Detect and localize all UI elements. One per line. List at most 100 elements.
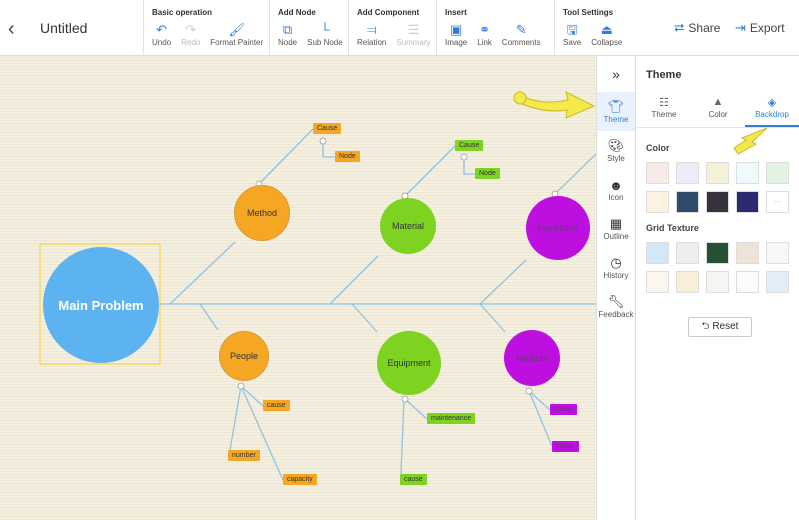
texture-swatch[interactable] [736, 271, 759, 293]
share-icon: ⮂ [674, 20, 685, 35]
undo-button[interactable]: ↶ Undo [152, 22, 171, 47]
group-title: Add Node [278, 8, 316, 17]
sub-node-label: Sub Node [307, 38, 343, 47]
undo-label: Undo [152, 38, 172, 47]
rail-label: Feedback [598, 310, 634, 319]
undo-icon: ↶ [156, 22, 168, 37]
back-chevron-left-icon[interactable]: ‹ [8, 18, 15, 41]
save-icon: 🖫︎ [566, 22, 578, 37]
color-swatch[interactable] [766, 162, 789, 184]
save-label: Save [563, 38, 582, 47]
texture-swatch[interactable] [706, 242, 729, 264]
tab-label: Backdrop [755, 110, 789, 119]
texture-swatch[interactable] [646, 271, 669, 293]
color-icon: ▲ [712, 96, 724, 108]
color-swatch[interactable] [706, 191, 729, 213]
export-label: Export [749, 21, 785, 35]
color-swatch[interactable] [646, 162, 669, 184]
collapse-icon: ⏏ [600, 22, 613, 37]
format-painter-button[interactable]: 🖌︎ Format Painter [210, 22, 263, 47]
rail-label: History [603, 271, 629, 280]
texture-swatch[interactable] [766, 242, 789, 264]
color-swatch[interactable] [736, 162, 759, 184]
tab-theme[interactable]: ☷ Theme [637, 96, 691, 127]
outline-icon: ▦ [609, 216, 623, 231]
format-painter-label: Format Painter [210, 38, 264, 47]
wrench-icon: 🔧︎ [607, 294, 625, 309]
share-button[interactable]: ⮂ Share [674, 20, 720, 36]
group-title: Insert [445, 8, 467, 17]
more-colors-button[interactable]: ··· [766, 191, 789, 213]
texture-swatch[interactable] [676, 271, 699, 293]
texture-swatch[interactable] [736, 242, 759, 264]
group-title: Tool Settings [563, 8, 614, 17]
collapse-panel-icon[interactable]: » [597, 56, 635, 92]
side-rail: » 👕︎ Theme 🎨︎ Style ☻ Icon ▦ Outline ◷ Histor… [596, 56, 636, 520]
image-icon: ▣ [449, 22, 463, 37]
theme-panel: Theme ☷ Theme ▲ Color ◈ Backdrop Color ··· … [637, 56, 799, 520]
panel-title: Theme [646, 69, 682, 81]
group-add-component: Add Component ⫤ Relation ☰ Summary [348, 0, 441, 56]
rail-item-icon[interactable]: ☻ Icon [597, 170, 635, 209]
texture-swatch[interactable] [766, 271, 789, 293]
rail-item-theme[interactable]: 👕︎ Theme [597, 92, 635, 131]
sub-node-icon: └ [320, 22, 330, 37]
color-swatch[interactable] [676, 191, 699, 213]
link-button[interactable]: ⚭ Link [477, 22, 492, 47]
smiley-icon: ☻ [609, 177, 623, 193]
mindmap-canvas[interactable]: Main Problem Method Material Inspection … [0, 56, 596, 520]
texture-swatch[interactable] [706, 271, 729, 293]
grid-icon: ☷ [659, 97, 669, 109]
yellow-arrow-pointer [513, 91, 596, 119]
tab-label: Color [708, 110, 728, 119]
link-label: Link [477, 38, 492, 47]
image-button[interactable]: ▣ Image [445, 22, 467, 47]
relation-label: Relation [357, 38, 387, 47]
shirt-icon: 👕︎ [607, 99, 625, 114]
color-swatch[interactable] [646, 191, 669, 213]
rail-item-outline[interactable]: ▦ Outline [597, 209, 635, 248]
comments-icon: ✎ [515, 22, 527, 37]
group-title: Basic operation [152, 8, 213, 17]
collapse-button[interactable]: ⏏ Collapse [591, 22, 622, 47]
tab-color[interactable]: ▲ Color [691, 96, 745, 127]
sub-node-button[interactable]: └ Sub Node [307, 22, 343, 47]
summary-button[interactable]: ☰ Summary [396, 22, 430, 47]
rail-item-feedback[interactable]: 🔧︎ Feedback [597, 287, 635, 326]
texture-swatch[interactable] [646, 242, 669, 264]
paint-bucket-icon: ◈ [767, 97, 777, 109]
rail-item-style[interactable]: 🎨︎ Style [597, 131, 635, 170]
color-swatch[interactable] [736, 191, 759, 213]
summary-label: Summary [396, 38, 431, 47]
relation-button[interactable]: ⫤ Relation [357, 22, 386, 47]
rail-label: Icon [608, 192, 624, 202]
redo-button[interactable]: ↷ Redo [181, 22, 200, 47]
palette-icon: 🎨︎ [607, 138, 625, 153]
yellow-arrow-pointer [733, 127, 768, 155]
image-label: Image [445, 38, 468, 47]
redo-icon: ↷ [185, 22, 197, 37]
rail-label: Style [607, 154, 625, 163]
rail-label: Theme [603, 115, 629, 124]
share-label: Share [688, 21, 721, 35]
node-button[interactable]: ⧉ Node [278, 22, 297, 47]
document-title[interactable]: Untitled [40, 20, 87, 36]
group-title: Add Component [357, 8, 420, 17]
color-swatch[interactable] [676, 162, 699, 184]
save-button[interactable]: 🖫︎ Save [563, 22, 581, 47]
group-tool-settings: Tool Settings 🖫︎ Save ⏏ Collapse [554, 0, 632, 56]
relation-icon: ⫤ [366, 22, 377, 37]
tab-label: Theme [651, 110, 677, 119]
color-swatch[interactable] [706, 162, 729, 184]
comments-button[interactable]: ✎ Comments [502, 22, 541, 47]
export-icon: ⇥ [735, 20, 746, 35]
export-button[interactable]: ⇥ Export [735, 20, 785, 36]
node-label: Node [278, 38, 298, 47]
texture-swatch[interactable] [676, 242, 699, 264]
top-toolbar: ‹ Untitled Basic operation ↶ Undo ↷ Redo 🖌… [0, 0, 799, 56]
tab-backdrop[interactable]: ◈ Backdrop [745, 96, 799, 127]
reset-button[interactable]: ⮌ Reset [688, 317, 752, 337]
group-add-node: Add Node ⧉ Node └ Sub Node [269, 0, 353, 56]
format-painter-icon: 🖌︎ [228, 22, 245, 37]
rail-item-history[interactable]: ◷ History [597, 248, 635, 287]
